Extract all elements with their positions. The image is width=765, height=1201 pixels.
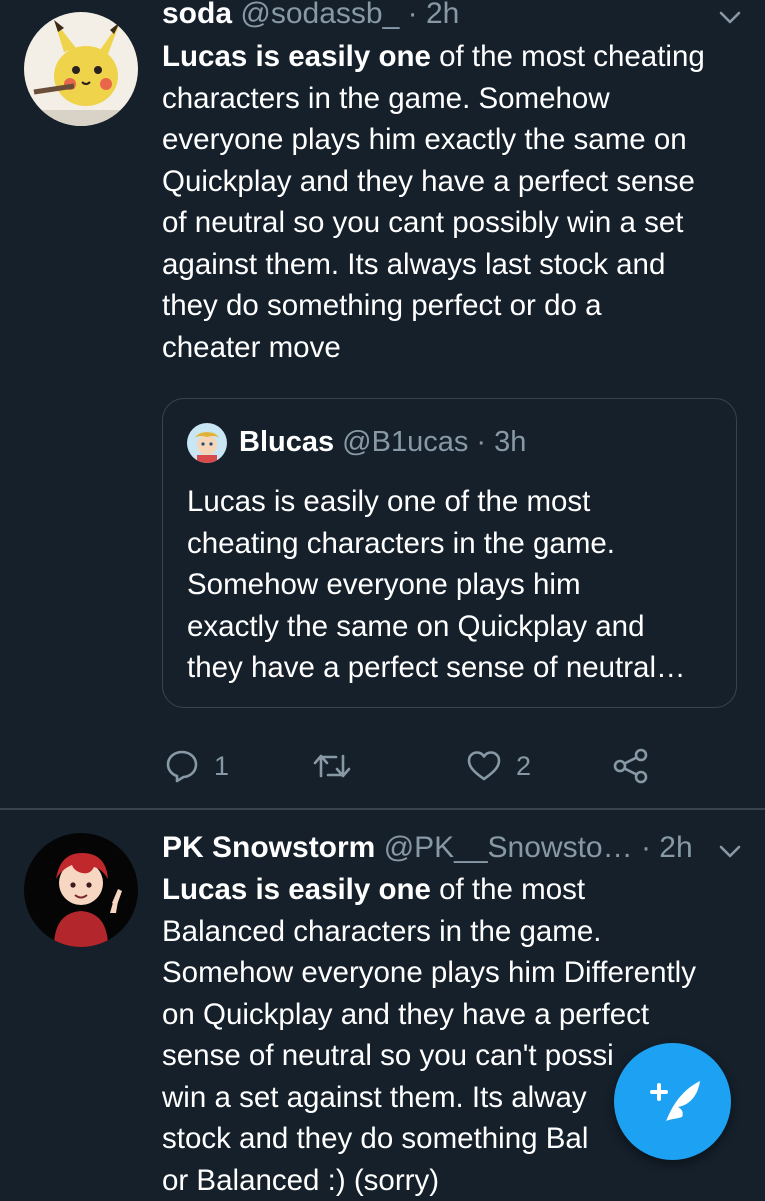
chevron-down-icon[interactable] <box>717 843 743 861</box>
avatar-pk-snowstorm-image <box>24 833 138 947</box>
author-handle[interactable]: @PK__Snowsto… <box>384 831 633 864</box>
reply-count: 1 <box>214 750 230 781</box>
tweet-actions: 1 2 <box>162 744 662 788</box>
timestamp[interactable]: 2h <box>426 0 459 30</box>
timestamp[interactable]: 2h <box>659 831 692 864</box>
heart-icon <box>467 751 501 781</box>
reply-button[interactable]: 1 <box>164 744 229 788</box>
like-count: 2 <box>516 750 532 781</box>
tweet-text: Lucas is easily one of the most cheating… <box>162 36 742 368</box>
quoted-author-handle: @B1ucas <box>342 426 469 458</box>
author-handle[interactable]: @sodassb_ <box>240 0 399 30</box>
retweet-button[interactable] <box>312 744 366 788</box>
share-icon <box>613 748 648 784</box>
separator: · <box>476 426 487 458</box>
avatar-blucas <box>187 423 227 463</box>
author-name[interactable]: soda <box>162 0 232 30</box>
chevron-down-icon[interactable] <box>717 9 743 27</box>
quoted-tweet[interactable]: Blucas @B1ucas · 3h Lucas is easily one … <box>162 398 737 708</box>
tweet-text-bold: Lucas is easily one <box>162 40 431 73</box>
separator: · <box>407 0 418 30</box>
share-button[interactable] <box>612 744 650 788</box>
avatar-pikachu-image <box>24 12 138 126</box>
like-button[interactable]: 2 <box>466 744 531 788</box>
quoted-tweet-text: Lucas is easily one of the most cheating… <box>187 485 686 684</box>
author-name[interactable]: PK Snowstorm <box>162 831 375 864</box>
compose-tweet-icon <box>650 1081 700 1127</box>
avatar-blucas-image <box>187 423 227 463</box>
reply-icon <box>166 750 198 783</box>
tweet-header: soda @sodassb_ · 2h <box>162 0 459 32</box>
tweet-header: PK Snowstorm @PK__Snowsto… · 2h <box>162 830 693 866</box>
quoted-author-name: Blucas <box>239 426 335 458</box>
avatar-pk-snowstorm[interactable] <box>24 833 138 947</box>
retweet-icon <box>313 754 351 778</box>
quoted-tweet-header: Blucas @B1ucas · 3h <box>239 424 526 460</box>
tweet-text-bold: Lucas is easily one <box>162 873 431 906</box>
tweet-text-rest: of the most cheating characters in the g… <box>162 40 705 364</box>
tweet-divider <box>0 808 765 810</box>
avatar-soda[interactable] <box>24 12 138 126</box>
separator: · <box>640 831 651 864</box>
compose-tweet-button[interactable] <box>614 1043 731 1160</box>
quoted-timestamp: 3h <box>494 426 527 458</box>
